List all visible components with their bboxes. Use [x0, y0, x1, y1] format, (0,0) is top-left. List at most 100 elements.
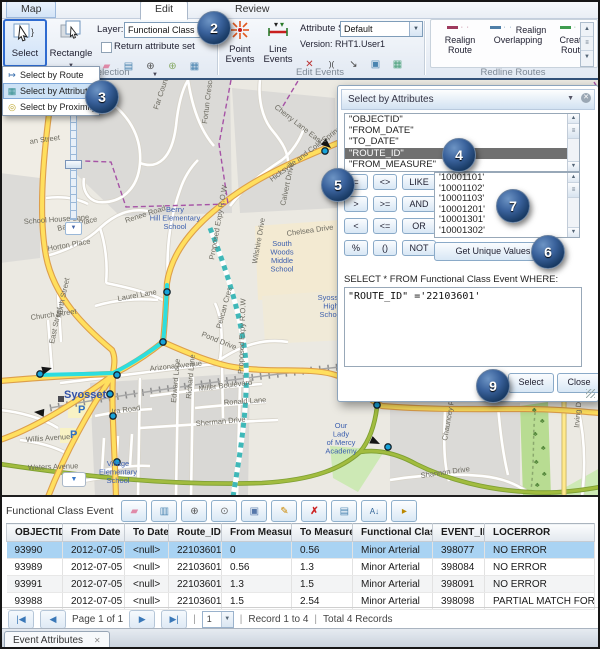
svg-text:♣: ♣ — [534, 459, 539, 466]
operator-button-LIKE[interactable]: LIKE — [402, 174, 436, 190]
select-label: Select — [5, 49, 45, 59]
realign-route-icon: ∙ ∙ — [447, 23, 473, 31]
page-number: 1 — [207, 614, 212, 624]
scroll-thumb[interactable]: ≡ — [581, 37, 593, 51]
column-header-from-date[interactable]: From Date — [63, 524, 125, 542]
operator-button-AND[interactable]: AND — [402, 196, 436, 212]
operator-button-()[interactable]: () — [373, 240, 397, 256]
return-attribute-set-checkbox[interactable] — [101, 42, 112, 53]
prev-page-button[interactable]: ◀ — [40, 610, 66, 629]
map-zoom-slider[interactable]: ▼ — [64, 114, 82, 234]
value-item[interactable]: '10001302' — [435, 226, 579, 237]
column-header-to-measure[interactable]: To Measure — [292, 524, 353, 542]
callout-9: 9 — [476, 369, 510, 403]
record-range-label: Record 1 to 4 — [248, 614, 308, 625]
values-scrollbar[interactable]: ▲≡▼ — [567, 173, 579, 237]
edit-records-icon — [277, 505, 292, 519]
toolbar-save-button[interactable] — [241, 500, 267, 522]
scroll-down-icon[interactable]: ▼ — [581, 51, 593, 64]
dialog-close-icon[interactable]: ✕ — [581, 93, 591, 103]
clear-selection-icon — [127, 505, 142, 519]
resize-grip[interactable] — [586, 389, 595, 398]
toolbar-edit-records-button[interactable] — [271, 500, 297, 522]
table-row[interactable]: 939912012-07-05<null>221036011.31.5Minor… — [7, 576, 595, 593]
operator-button-<>[interactable]: <> — [373, 174, 397, 190]
dialog-select-button[interactable]: Select — [508, 373, 554, 393]
zoom-handle[interactable] — [65, 160, 82, 169]
value-item[interactable]: '10001101' — [435, 173, 579, 184]
attribute-set-caret-icon[interactable]: ▼ — [409, 22, 422, 36]
separator: | — [240, 614, 243, 625]
redline-scrollbar[interactable]: ▲ ≡ ▼ — [580, 22, 594, 67]
map-street-label: Waters Avenue — [28, 461, 79, 472]
column-header-to-date[interactable]: To Date — [125, 524, 169, 542]
redline-group-label: Redline Routes — [430, 67, 596, 78]
column-header-functional-class[interactable]: Functional Class — [353, 524, 433, 542]
menu-item-select-by-route[interactable]: Select by Route — [3, 67, 99, 83]
tab-close-icon[interactable]: ✕ — [94, 636, 101, 645]
operator-button-OR[interactable]: OR — [402, 218, 436, 234]
dialog-title[interactable]: Select by Attributes — [341, 89, 595, 110]
toolbar-zoom-selection-button[interactable] — [181, 500, 207, 522]
column-header-route_id[interactable]: Route_ID — [169, 524, 222, 542]
overview-toggle-icon[interactable]: ▼ — [62, 472, 86, 487]
first-page-button[interactable]: |◀ — [8, 610, 34, 629]
tab-review[interactable]: Review — [220, 1, 284, 18]
redline-button-2[interactable]: ∙ ∙Realign Overlapping — [487, 23, 549, 45]
field-item[interactable]: "FROM_DATE" — [345, 125, 579, 136]
tab-event-attributes[interactable]: Event Attributes ✕ — [4, 631, 110, 649]
page-select-caret-icon[interactable]: ▼ — [221, 612, 233, 627]
page-select[interactable]: 1 ▼ — [202, 611, 234, 628]
tab-map[interactable]: Map — [6, 1, 56, 18]
toolbar-attribute-table-button[interactable] — [151, 500, 177, 522]
table-row[interactable]: 939902012-07-05<null>2210360100.56Minor … — [7, 542, 595, 559]
next-page-button[interactable]: ▶ — [129, 610, 155, 629]
svg-text:♣: ♣ — [541, 445, 546, 452]
line-events-label: Line Events — [260, 45, 296, 65]
callout-3: 3 — [85, 80, 119, 114]
operator-button->=[interactable]: >= — [373, 196, 397, 212]
toolbar-export-button[interactable] — [391, 500, 417, 522]
svg-text:▾: ▾ — [274, 20, 278, 29]
toolbar-clear-selection-button[interactable] — [121, 500, 147, 522]
parking-icon: P — [78, 404, 85, 416]
total-records-label: Total 4 Records — [323, 614, 392, 625]
svg-text:♣: ♣ — [540, 418, 545, 425]
svg-text:♣: ♣ — [535, 482, 540, 489]
ribbon-tabs: MapEditReview — [0, 0, 600, 19]
callout-6: 6 — [531, 235, 565, 269]
fields-scrollbar[interactable]: ▲≡▼ — [567, 114, 579, 171]
rectangle-label: Rectangle — [48, 49, 94, 59]
tab-label: Event Attributes — [13, 635, 83, 646]
zoom-out-button[interactable]: ▼ — [65, 222, 82, 235]
last-page-button[interactable]: ▶| — [161, 610, 187, 629]
separator: | — [193, 614, 196, 625]
where-clause-input[interactable]: "ROUTE_ID" ='22103601' — [344, 287, 582, 367]
select-icon: } — [12, 21, 38, 45]
return-attribute-set-label: Return attribute set — [114, 41, 195, 52]
operator-button-<=[interactable]: <= — [373, 218, 397, 234]
operator-button-%[interactable]: % — [344, 240, 368, 256]
column-header-objectid[interactable]: OBJECTID — [7, 524, 63, 542]
table-row[interactable]: 939892012-07-05<null>221036010.561.3Mino… — [7, 559, 595, 576]
toolbar-table-options-button[interactable] — [331, 500, 357, 522]
field-item[interactable]: "OBJECTID" — [345, 114, 579, 125]
attributes-icon — [6, 85, 18, 97]
toolbar-pan-selection-button[interactable] — [211, 500, 237, 522]
bottom-tabbar: Event Attributes ✕ — [0, 628, 600, 649]
toolbar-delete-selected-button[interactable] — [301, 500, 327, 522]
sort-icon — [367, 505, 382, 519]
toolbar-sort-button[interactable] — [361, 500, 387, 522]
select-button[interactable]: } Select — [3, 19, 47, 67]
redline-button-1[interactable]: ∙ ∙Realign Route — [437, 23, 483, 55]
dialog-caret-icon[interactable]: ▼ — [567, 95, 574, 102]
menu-item-label: Select by Route — [20, 67, 84, 83]
operator-button-<[interactable]: < — [344, 218, 368, 234]
column-header-from-measure[interactable]: From Measure — [222, 524, 292, 542]
column-header-locerror[interactable]: LOCERROR — [485, 524, 595, 542]
attribute-set-dropdown[interactable]: Default ▼ — [340, 21, 423, 37]
export-icon — [397, 505, 412, 519]
operator-button-NOT[interactable]: NOT — [402, 240, 436, 256]
scroll-up-icon[interactable]: ▲ — [581, 23, 593, 37]
column-header-event_id[interactable]: EVENT_ID — [433, 524, 485, 542]
